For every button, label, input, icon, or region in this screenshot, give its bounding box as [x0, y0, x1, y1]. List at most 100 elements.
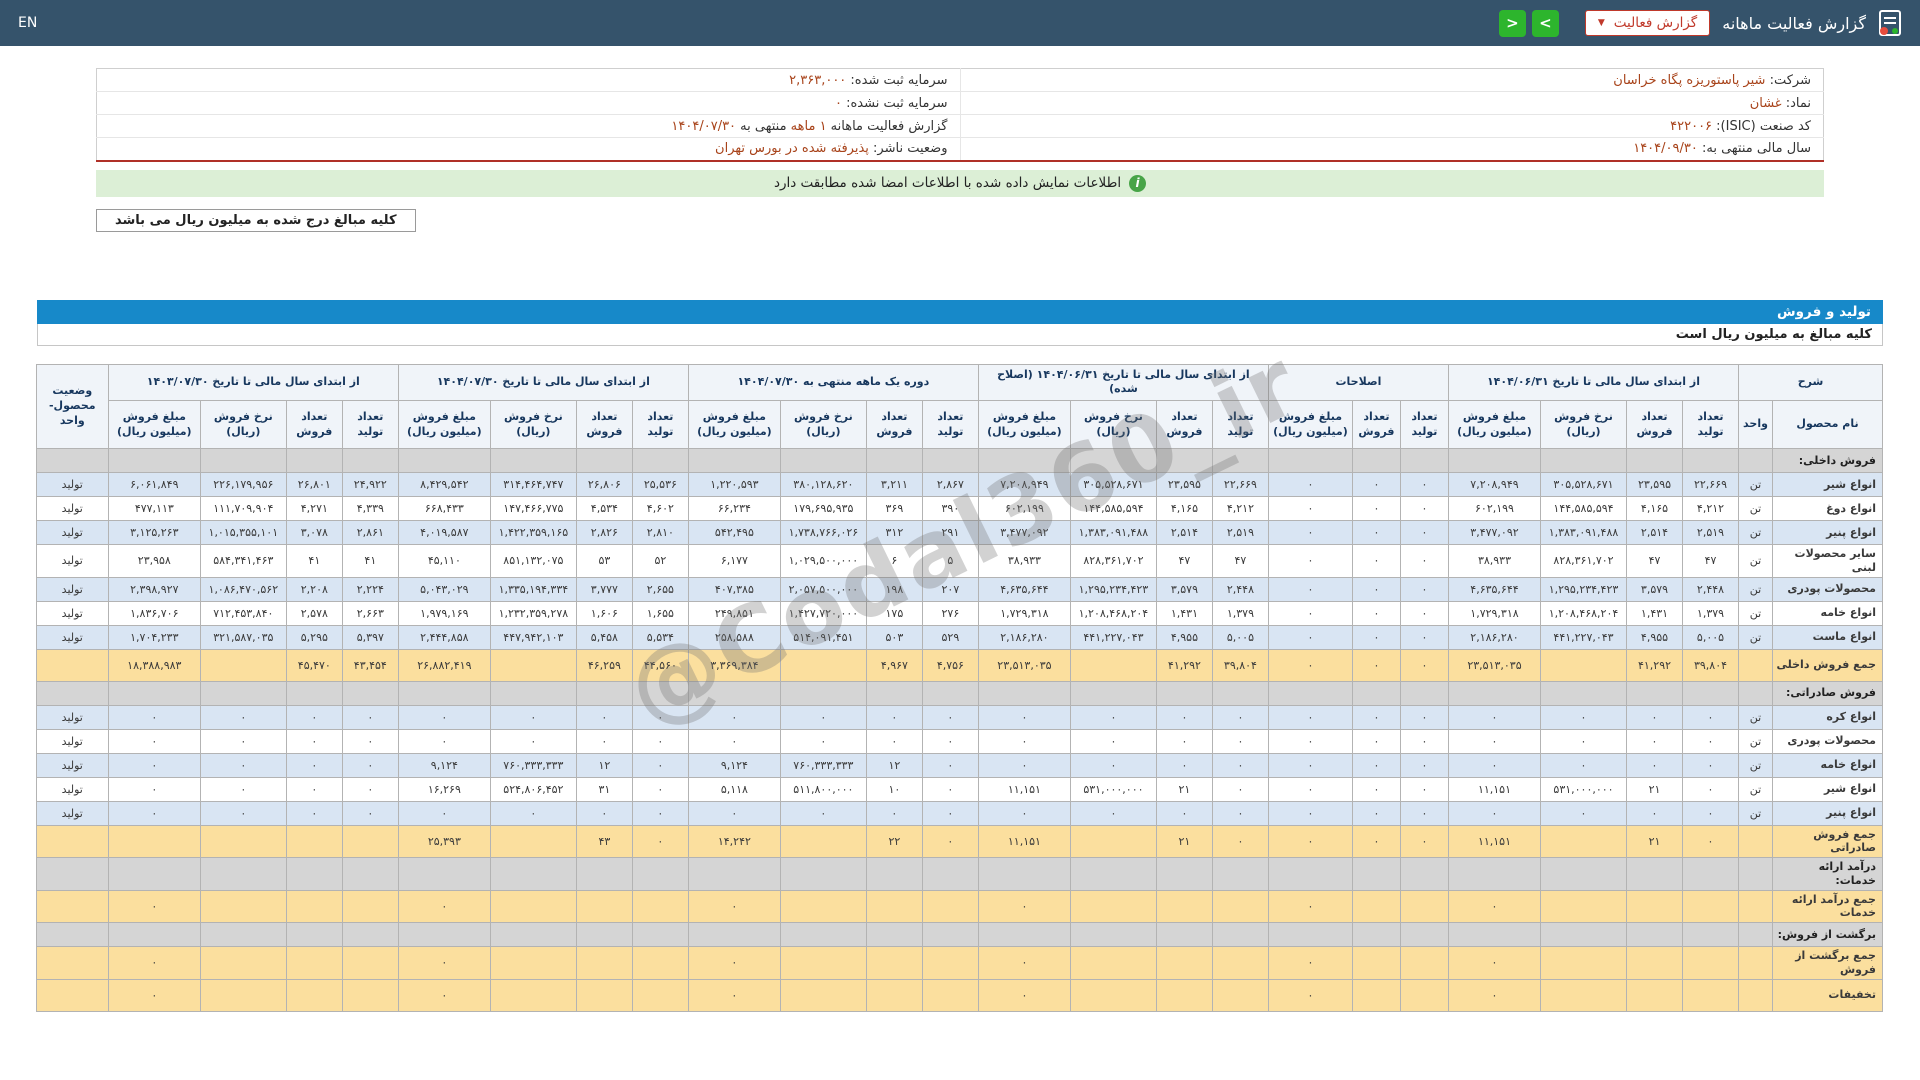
value-cell: ۴۷۷,۱۱۳ [107, 496, 201, 522]
arrow-left-button[interactable]: < [1498, 9, 1526, 37]
status-cell [35, 978, 109, 1012]
value-cell [865, 857, 923, 891]
arrow-right-button[interactable]: > [1531, 9, 1559, 37]
value-cell: ۰ [1267, 520, 1353, 546]
company-info-row: سال مالی منتهی به: ۱۴۰۴/۰۹/۳۰ وضعیت ناشر:… [96, 137, 1824, 161]
info-label: شرکت: [1765, 72, 1811, 88]
value-cell: ۱,۲۰۸,۴۶۸,۲۰۴ [1540, 600, 1627, 626]
product-name-cell: درآمد ارائه خدمات: [1772, 857, 1883, 891]
value-cell: ۰ [1267, 752, 1353, 778]
value-cell [341, 978, 399, 1012]
value-cell [285, 824, 343, 859]
value-cell: ۴۷ [1626, 544, 1683, 578]
value-cell: ۶,۰۶۱,۸۴۹ [107, 472, 201, 498]
value-cell [779, 448, 867, 474]
product-name-cell: انواع پنیر [1772, 520, 1883, 546]
value-cell [1626, 889, 1683, 924]
table-total-row: جمع برگشت از فروش ۰ ۰ ۰ ۰ ۰ ۰ [35, 946, 1883, 980]
value-cell: ۰ [1399, 752, 1449, 778]
value-cell [489, 648, 577, 682]
value-cell: ۰ [977, 889, 1071, 924]
value-cell: ۴,۵۳۴ [575, 496, 633, 522]
unit-cell: تن [1738, 576, 1773, 602]
value-cell [921, 946, 979, 980]
value-cell: ۴,۲۱۲ [1682, 496, 1739, 522]
value-cell: ۰ [341, 776, 399, 802]
value-cell: ۱۴,۲۴۲ [687, 824, 781, 859]
product-name-cell: انواع شیر [1772, 472, 1883, 498]
column-group-header: از ابتدای سال مالی تا تاریخ ۱۴۰۴/۰۶/۳۱ (… [977, 363, 1269, 402]
value-cell [1682, 946, 1739, 980]
value-cell [1399, 922, 1449, 948]
table-row: انواع پنیر تن ۰ ۰ ۰ ۰ ۰ ۰ ۰ ۰ ۰ ۰ ۰ ۰ ۰ ۰ ۰ ۰ ۰ ۰ ۰ ۰ ۰ ۰ ۰ تولید [35, 800, 1883, 826]
value-cell: ۰ [1399, 624, 1449, 650]
status-cell [35, 889, 109, 924]
status-cell: تولید [35, 776, 109, 802]
status-cell: تولید [35, 600, 109, 626]
value-cell: ۰ [1399, 600, 1449, 626]
language-toggle-link[interactable]: EN [18, 15, 37, 31]
value-cell: ۱,۲۹۵,۲۳۴,۴۲۳ [1069, 576, 1157, 602]
value-cell [1540, 648, 1627, 682]
value-cell: ۰ [397, 800, 491, 826]
value-cell: ۱,۰۱۵,۳۵۵,۱۰۱ [199, 520, 287, 546]
value-cell: ۰ [199, 776, 287, 802]
value-cell: ۰ [921, 824, 979, 859]
value-cell: ۲۳,۵۱۳,۰۳۵ [1447, 648, 1542, 682]
value-cell: ۰ [1682, 752, 1739, 778]
value-cell [921, 889, 979, 924]
value-cell: ۵,۳۹۷ [341, 624, 399, 650]
company-info-panel: شرکت: شیر پاستوریزه پگاه خراسان سرمایه ثب… [96, 68, 1824, 162]
value-cell [779, 978, 867, 1012]
value-cell: ۱۸,۳۸۸,۹۸۳ [107, 648, 201, 682]
value-cell: ۴,۲۷۱ [285, 496, 343, 522]
value-cell: ۹,۱۲۴ [687, 752, 781, 778]
value-cell: ۲,۵۱۹ [1211, 520, 1269, 546]
info-value: ۱ ماهه [790, 118, 827, 134]
value-cell: ۰ [1399, 776, 1449, 802]
value-cell: ۰ [1447, 800, 1542, 826]
value-cell: ۰ [285, 776, 343, 802]
value-cell [1626, 978, 1683, 1012]
value-cell [397, 857, 491, 891]
report-type-dropdown[interactable]: گزارش فعالیت ▼ [1584, 10, 1711, 36]
status-cell [35, 824, 109, 859]
value-cell: ۱۲ [865, 752, 923, 778]
value-cell [1682, 889, 1739, 924]
value-cell: ۲۱ [1626, 824, 1683, 859]
value-cell: ۱,۴۳۱ [1626, 600, 1683, 626]
page-title: گزارش فعالیت ماهانه [1722, 13, 1866, 33]
value-cell: ۰ [1682, 824, 1739, 859]
value-cell [1211, 857, 1269, 891]
column-header: تعداد تولید [341, 400, 399, 450]
value-cell: ۵۲ [631, 544, 689, 578]
value-cell [489, 946, 577, 980]
value-cell: ۲,۲۲۴ [341, 576, 399, 602]
value-cell [489, 448, 577, 474]
value-cell: ۸۵۱,۱۳۲,۰۷۵ [489, 544, 577, 578]
value-cell: ۰ [285, 728, 343, 754]
status-cell: تولید [35, 496, 109, 522]
company-info-cell: سرمایه ثبت شده: ۲,۳۶۳,۰۰۰ [96, 68, 960, 92]
info-label: نماد: [1781, 95, 1811, 111]
value-cell: ۲۵۸,۵۸۸ [687, 624, 781, 650]
amounts-note: کلیه مبالغ درج شده به میلیون ریال می باش… [96, 208, 416, 232]
value-cell: ۵,۴۵۸ [575, 624, 633, 650]
value-cell [779, 922, 867, 948]
column-header: مبلغ فروش (میلیون ریال) [107, 400, 201, 450]
value-cell: ۳۱ [575, 776, 633, 802]
column-header: نرخ فروش (ریال) [1069, 400, 1157, 450]
value-cell [631, 946, 689, 980]
value-cell: ۱,۳۷۹ [1682, 600, 1739, 626]
value-cell: ۱۲ [575, 752, 633, 778]
value-cell: ۳۰۵,۵۲۸,۶۷۱ [1540, 472, 1627, 498]
value-cell: ۰ [1682, 728, 1739, 754]
value-cell: ۲۳,۵۹۵ [1626, 472, 1683, 498]
value-cell: ۰ [1399, 472, 1449, 498]
value-cell [779, 680, 867, 706]
value-cell [575, 946, 633, 980]
value-cell [779, 946, 867, 980]
unit-cell: تن [1738, 776, 1773, 802]
value-cell: ۰ [977, 800, 1071, 826]
status-cell: تولید [35, 704, 109, 730]
